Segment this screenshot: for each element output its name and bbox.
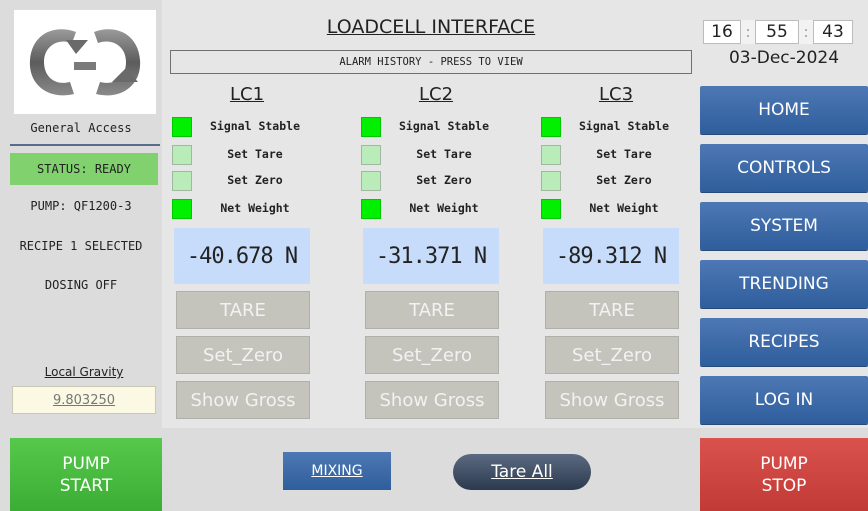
pump-stop-button[interactable]: PUMP STOP (700, 438, 868, 511)
show-gross-button[interactable]: Show Gross (545, 381, 679, 419)
clock: 16 : 55 : 43 (703, 19, 865, 45)
loadcell-name: LC2 (418, 84, 454, 105)
indicator-label: Signal Stable (398, 119, 489, 133)
weight-readout: -89.312 N (543, 228, 679, 284)
clock-hours: 16 (703, 20, 741, 44)
pump-start-label-1: PUMP (62, 453, 110, 474)
indicator-label: Set Tare (416, 147, 472, 161)
access-level: General Access (30, 121, 132, 135)
indicator-lamp (541, 171, 561, 191)
set-zero-button[interactable]: Set_Zero (176, 336, 310, 374)
controls-button[interactable]: CONTROLS (700, 144, 868, 192)
weight-readout: -31.371 N (363, 228, 499, 284)
indicator-label: Net Weight (220, 201, 290, 215)
pump-start-button[interactable]: PUMP START (10, 438, 162, 511)
pump-start-label-2: START (59, 475, 113, 496)
mixing-button[interactable]: MIXING (283, 452, 391, 490)
indicator-set-zero: Set Zero (541, 171, 691, 193)
indicator-lamp (361, 171, 381, 191)
indicator-label: Set Zero (596, 173, 652, 187)
indicator-lamp (541, 117, 561, 137)
indicator-set-zero: Set Zero (361, 171, 511, 193)
tare-all-button[interactable]: Tare All (453, 454, 591, 490)
indicator-label: Signal Stable (209, 119, 300, 133)
loadcell-name: LC3 (598, 84, 634, 105)
indicator-set-tare: Set Tare (541, 145, 691, 167)
company-logo (14, 10, 156, 114)
indicator-lamp (172, 171, 192, 191)
indicator-label: Set Tare (596, 147, 652, 161)
recipe-selected: RECIPE 1 SELECTED (19, 239, 143, 253)
indicator-lamp (172, 145, 192, 165)
indicator-label: Set Zero (227, 173, 283, 187)
indicator-label: Net Weight (409, 201, 479, 215)
indicator-lamp (172, 117, 192, 137)
page-title: LOADCELL INTERFACE (326, 16, 536, 38)
indicator-set-zero: Set Zero (172, 171, 322, 193)
clock-separator: : (741, 20, 755, 44)
trending-button[interactable]: TRENDING (700, 260, 868, 308)
indicator-label: Signal Stable (578, 119, 669, 133)
indicator-label: Set Zero (416, 173, 472, 187)
indicator-net-weight: Net Weight (361, 199, 511, 221)
indicator-lamp (361, 199, 381, 219)
date-display: 03-Dec-2024 (728, 48, 840, 68)
clock-seconds: 43 (813, 20, 853, 44)
show-gross-button[interactable]: Show Gross (176, 381, 310, 419)
tare-button[interactable]: TARE (545, 291, 679, 329)
indicator-lamp (172, 199, 192, 219)
left-panel: General Access STATUS: READY PUMP: QF120… (0, 0, 162, 428)
pump-stop-label-2: STOP (761, 475, 807, 496)
logo-graphic (29, 29, 141, 96)
indicator-net-weight: Net Weight (541, 199, 691, 221)
set-zero-button[interactable]: Set_Zero (545, 336, 679, 374)
pump-model: PUMP: QF1200-3 (30, 199, 132, 213)
status-badge: STATUS: READY (10, 153, 158, 185)
alarm-history-button[interactable]: ALARM HISTORY - PRESS TO VIEW (170, 50, 692, 74)
indicator-lamp (541, 199, 561, 219)
indicator-signal-stable: Signal Stable (541, 117, 691, 139)
dosing-status: DOSING OFF (44, 278, 118, 292)
indicator-set-tare: Set Tare (361, 145, 511, 167)
local-gravity-label: Local Gravity (44, 365, 124, 379)
tare-button[interactable]: TARE (176, 291, 310, 329)
pump-stop-label-1: PUMP (760, 453, 808, 474)
recipes-button[interactable]: RECIPES (700, 318, 868, 366)
local-gravity-field[interactable]: 9.803250 (12, 386, 156, 414)
indicator-net-weight: Net Weight (172, 199, 322, 221)
show-gross-button[interactable]: Show Gross (365, 381, 499, 419)
indicator-label: Set Tare (227, 147, 283, 161)
tare-button[interactable]: TARE (365, 291, 499, 329)
indicator-signal-stable: Signal Stable (172, 117, 322, 139)
indicator-label: Net Weight (589, 201, 659, 215)
loadcell-name: LC1 (229, 84, 265, 105)
indicator-signal-stable: Signal Stable (361, 117, 511, 139)
set-zero-button[interactable]: Set_Zero (365, 336, 499, 374)
clock-minutes: 55 (755, 20, 799, 44)
home-button[interactable]: HOME (700, 86, 868, 134)
indicator-lamp (361, 145, 381, 165)
clock-separator: : (799, 20, 813, 44)
divider (10, 144, 160, 146)
indicator-lamp (361, 117, 381, 137)
weight-readout: -40.678 N (174, 228, 310, 284)
indicator-lamp (541, 145, 561, 165)
log-in-button[interactable]: LOG IN (700, 376, 868, 424)
system-button[interactable]: SYSTEM (700, 202, 868, 250)
indicator-set-tare: Set Tare (172, 145, 322, 167)
